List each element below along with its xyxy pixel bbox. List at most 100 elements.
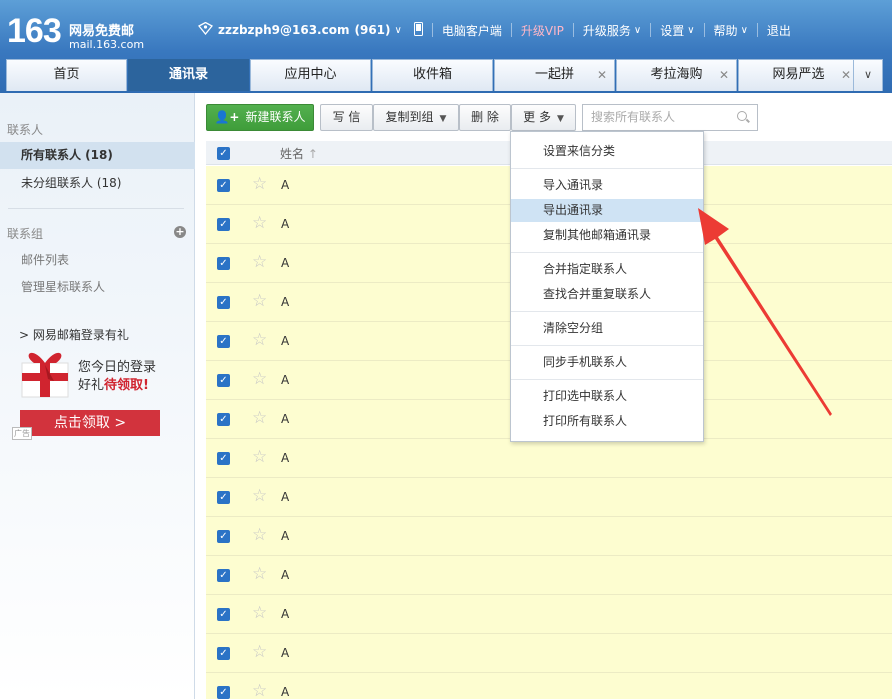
menu-item-merge-contacts[interactable]: 合并指定联系人 xyxy=(511,258,703,281)
tab-kaola[interactable]: 考拉海购 ✕ xyxy=(616,59,737,91)
star-icon[interactable]: ☆ xyxy=(252,408,267,428)
close-icon[interactable]: ✕ xyxy=(841,60,851,90)
menu-item-find-duplicates[interactable]: 查找合并重复联系人 xyxy=(511,283,703,306)
row-checkbox[interactable]: ✓ xyxy=(217,374,230,387)
star-icon[interactable]: ☆ xyxy=(252,603,267,623)
row-checkbox[interactable]: ✓ xyxy=(217,686,230,699)
select-all-checkbox[interactable]: ✓ xyxy=(217,147,230,160)
claim-gift-button[interactable]: 点击领取 > xyxy=(20,410,160,436)
row-checkbox[interactable]: ✓ xyxy=(217,530,230,543)
star-icon[interactable]: ☆ xyxy=(252,213,267,233)
star-icon[interactable]: ☆ xyxy=(252,564,267,584)
tab-app-center[interactable]: 应用中心 xyxy=(250,59,371,91)
more-button[interactable]: 更 多 ▼ xyxy=(511,104,576,131)
contact-name[interactable]: A xyxy=(281,529,289,543)
contact-name[interactable]: A xyxy=(281,412,289,426)
menu-item-sync-phone[interactable]: 同步手机联系人 xyxy=(511,351,703,374)
sidebar-item-manage-starred[interactable]: 管理星标联系人 xyxy=(0,274,195,301)
contact-name[interactable]: A xyxy=(281,490,289,504)
copy-to-group-button[interactable]: 复制到组 ▼ xyxy=(373,104,459,131)
new-contact-button[interactable]: 👤+ 新建联系人 xyxy=(206,104,314,131)
upgrade-vip-link[interactable]: 升级VIP xyxy=(521,22,564,39)
phone-icon[interactable] xyxy=(413,21,423,39)
row-checkbox[interactable]: ✓ xyxy=(217,569,230,582)
row-checkbox[interactable]: ✓ xyxy=(217,491,230,504)
desktop-client-link[interactable]: 电脑客户端 xyxy=(442,22,502,39)
contact-name[interactable]: A xyxy=(281,373,289,387)
row-checkbox[interactable]: ✓ xyxy=(217,179,230,192)
tab-group-buy[interactable]: 一起拼 ✕ xyxy=(494,59,615,91)
contact-name[interactable]: A xyxy=(281,607,289,621)
star-icon[interactable]: ☆ xyxy=(252,447,267,467)
star-icon[interactable]: ☆ xyxy=(252,486,267,506)
row-checkbox[interactable]: ✓ xyxy=(217,257,230,270)
tab-home[interactable]: 首页 xyxy=(6,59,127,91)
help-menu[interactable]: 帮助 xyxy=(714,22,738,39)
write-mail-button[interactable]: 写 信 xyxy=(320,104,373,131)
row-checkbox[interactable]: ✓ xyxy=(217,413,230,426)
row-checkbox[interactable]: ✓ xyxy=(217,647,230,660)
top-bar: zzzbzph9@163.com (961) ∨ 电脑客户端 升级VIP 升级服… xyxy=(198,21,791,39)
sidebar-item-ungrouped[interactable]: 未分组联系人 (18) xyxy=(0,170,195,197)
close-icon[interactable]: ✕ xyxy=(597,60,607,90)
table-row[interactable]: ✓ ☆ A xyxy=(206,556,892,595)
chevron-down-icon[interactable]: ∨ xyxy=(634,25,641,36)
chevron-down-icon[interactable]: ∨ xyxy=(687,25,694,36)
menu-item-clear-empty-groups[interactable]: 清除空分组 xyxy=(511,317,703,340)
menu-item-print-selected[interactable]: 打印选中联系人 xyxy=(511,385,703,408)
tab-contacts[interactable]: 通讯录 xyxy=(128,59,249,91)
star-icon[interactable]: ☆ xyxy=(252,291,267,311)
sidebar-item-all-contacts[interactable]: 所有联系人 (18) xyxy=(0,142,195,169)
contact-name[interactable]: A xyxy=(281,178,289,192)
contact-name[interactable]: A xyxy=(281,451,289,465)
delete-button[interactable]: 删 除 xyxy=(459,104,511,131)
row-checkbox[interactable]: ✓ xyxy=(217,296,230,309)
menu-item-import-contacts[interactable]: 导入通讯录 xyxy=(511,174,703,197)
tab-inbox[interactable]: 收件箱 xyxy=(372,59,493,91)
contact-name[interactable]: A xyxy=(281,646,289,660)
contact-name[interactable]: A xyxy=(281,334,289,348)
contact-name[interactable]: A xyxy=(281,256,289,270)
settings-menu[interactable]: 设置 xyxy=(660,22,684,39)
upgrade-service-menu[interactable]: 升级服务 xyxy=(583,22,631,39)
star-icon[interactable]: ☆ xyxy=(252,174,267,194)
table-row[interactable]: ✓ ☆ A xyxy=(206,517,892,556)
chevron-down-icon[interactable]: ∨ xyxy=(741,25,748,36)
row-checkbox[interactable]: ✓ xyxy=(217,335,230,348)
star-icon[interactable]: ☆ xyxy=(252,330,267,350)
row-checkbox[interactable]: ✓ xyxy=(217,218,230,231)
search-icon[interactable] xyxy=(737,111,747,121)
chevron-down-icon: ▼ xyxy=(556,114,564,124)
contact-name[interactable]: A xyxy=(281,685,289,699)
chevron-down-icon[interactable]: ∨ xyxy=(395,25,402,36)
tab-overflow-button[interactable]: ∨ xyxy=(853,59,883,91)
table-row[interactable]: ✓ ☆ A xyxy=(206,439,892,478)
table-row[interactable]: ✓ ☆ A xyxy=(206,673,892,699)
tab-yanxuan[interactable]: 网易严选 ✕ xyxy=(738,59,859,91)
star-icon[interactable]: ☆ xyxy=(252,252,267,272)
logo-number[interactable]: 163 xyxy=(7,12,62,51)
row-checkbox[interactable]: ✓ xyxy=(217,608,230,621)
name-column-header[interactable]: 姓名 ↑ xyxy=(280,145,318,162)
row-checkbox[interactable]: ✓ xyxy=(217,452,230,465)
menu-item-export-contacts[interactable]: 导出通讯录 xyxy=(511,199,703,222)
contact-name[interactable]: A xyxy=(281,295,289,309)
menu-item-print-all[interactable]: 打印所有联系人 xyxy=(511,410,703,433)
table-row[interactable]: ✓ ☆ A xyxy=(206,595,892,634)
add-group-icon[interactable]: + xyxy=(174,226,186,238)
contact-name[interactable]: A xyxy=(281,568,289,582)
star-icon[interactable]: ☆ xyxy=(252,681,267,699)
menu-item-copy-other-mailbox[interactable]: 复制其他邮箱通讯录 xyxy=(511,224,703,247)
logout-link[interactable]: 退出 xyxy=(767,22,791,39)
sidebar-item-mail-list[interactable]: 邮件列表 xyxy=(0,247,195,274)
star-icon[interactable]: ☆ xyxy=(252,369,267,389)
account-name[interactable]: zzzbzph9@163.com xyxy=(218,23,349,37)
table-row[interactable]: ✓ ☆ A xyxy=(206,634,892,673)
star-icon[interactable]: ☆ xyxy=(252,525,267,545)
star-icon[interactable]: ☆ xyxy=(252,642,267,662)
contact-name[interactable]: A xyxy=(281,217,289,231)
menu-item-set-mail-category[interactable]: 设置来信分类 xyxy=(511,140,703,163)
table-row[interactable]: ✓ ☆ A xyxy=(206,478,892,517)
close-icon[interactable]: ✕ xyxy=(719,60,729,90)
search-input[interactable]: 搜索所有联系人 xyxy=(582,104,758,131)
